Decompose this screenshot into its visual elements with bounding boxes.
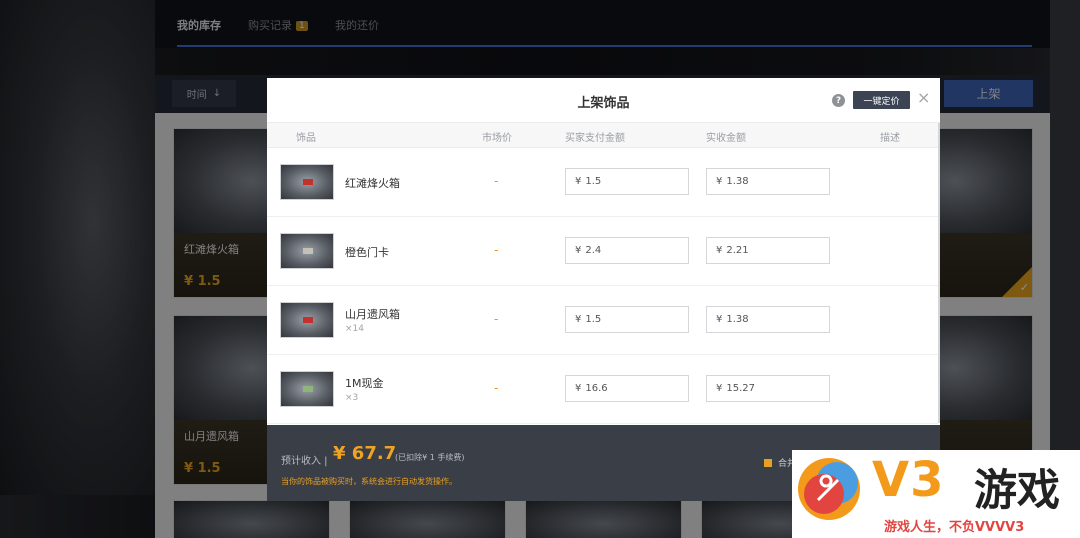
fee-note: (已扣除¥ 1 手续费) [395,453,465,462]
item-name: 红滩烽火箱 [345,177,400,190]
column-header-market-price: 市场价 [482,133,512,144]
receive-amount-input[interactable]: ¥2.21 [706,237,830,264]
currency-symbol: ¥ [575,383,582,394]
item-thumbnail [280,233,334,269]
listing-dialog: 上架饰品 ? 一键定价 × 饰品 市场价 买家支付金额 实收金额 描述 红滩烽火… [267,78,940,501]
buyer-price-input[interactable]: ¥1.5 [565,168,689,195]
item-thumbnail [280,302,334,338]
cash-icon [303,386,313,392]
keycard-icon [303,248,313,254]
receive-amount-value: 2.21 [726,245,749,256]
item-name: 1M现金 [345,377,384,390]
currency-symbol: ¥ [716,314,723,325]
market-price: - [494,243,499,257]
currency-symbol: ¥ [575,314,582,325]
v3-logo-icon [798,458,860,520]
currency-symbol: ¥ [716,245,723,256]
watermark-brand-cn: 游戏 [974,466,1060,516]
market-price: - [494,312,499,326]
column-header-buyer-pays: 买家支付金额 [565,133,625,144]
auto-price-button[interactable]: 一键定价 [853,91,910,109]
column-header-item: 饰品 [296,133,316,144]
listing-row: 1M现金 ×3 - ¥16.6 ¥15.27 [267,355,938,424]
table-header: 饰品 市场价 买家支付金额 实收金额 描述 [267,123,938,148]
item-name: 橙色门卡 [345,246,389,259]
item-thumbnail [280,164,334,200]
buyer-price-input[interactable]: ¥16.6 [565,375,689,402]
merge-checkbox[interactable] [764,459,772,467]
currency-symbol: ¥ [716,383,723,394]
listing-row: 山月遗风箱 ×14 - ¥1.5 ¥1.38 [267,286,938,355]
watermark: V3 游戏 游戏人生，不负VVVV3 [792,450,1080,538]
watermark-slogan: 游戏人生，不负VVVV3 [884,520,1025,535]
market-price: - [494,174,499,188]
currency-symbol: ¥ [716,176,723,187]
item-quantity: ×14 [345,324,364,334]
auto-delivery-hint: 当你的饰品被购买时，系统会进行自动发货操作。 [281,477,457,486]
expected-income-amount: ¥ 67.7 [333,443,397,464]
buyer-price-value: 1.5 [585,314,602,325]
receive-amount-value: 1.38 [726,314,749,325]
listing-row: 橙色门卡 - ¥2.4 ¥2.21 [267,217,938,286]
receive-amount-value: 15.27 [726,383,756,394]
dialog-header: 上架饰品 ? 一键定价 × [267,78,940,123]
expected-income-label: 预计收入 | [281,456,328,467]
close-icon[interactable]: × [917,89,930,107]
receive-amount-input[interactable]: ¥1.38 [706,306,830,333]
item-name: 山月遗风箱 [345,308,400,321]
scrollbar[interactable] [938,123,940,423]
receive-amount-value: 1.38 [726,176,749,187]
receive-amount-input[interactable]: ¥15.27 [706,375,830,402]
receive-amount-input[interactable]: ¥1.38 [706,168,830,195]
currency-symbol: ¥ [575,176,582,187]
case-logo [303,179,313,185]
help-icon[interactable]: ? [832,94,845,107]
buyer-price-input[interactable]: ¥1.5 [565,306,689,333]
market-price: - [494,381,499,395]
buyer-price-value: 2.4 [585,245,602,256]
currency-symbol: ¥ [575,245,582,256]
buyer-price-value: 16.6 [585,383,608,394]
watermark-brand: V3 [872,452,945,508]
buyer-price-value: 1.5 [585,176,602,187]
item-quantity: ×3 [345,393,359,403]
column-header-you-receive: 实收金额 [706,133,746,144]
buyer-price-input[interactable]: ¥2.4 [565,237,689,264]
listing-row: 红滩烽火箱 - ¥1.5 ¥1.38 [267,148,938,217]
item-thumbnail [280,371,334,407]
column-header-description: 描述 [880,133,900,144]
case-logo [303,317,313,323]
